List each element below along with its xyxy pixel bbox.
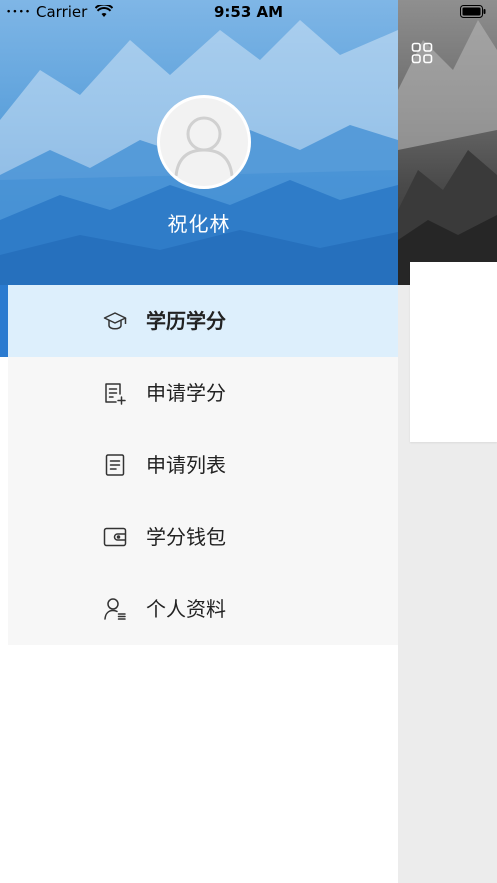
menu-item-education-credits[interactable]: 学历学分 xyxy=(8,285,398,357)
menu-item-label: 申请列表 xyxy=(146,453,226,477)
menu-item-personal-info[interactable]: 个人资料 xyxy=(8,573,398,645)
battery-icon xyxy=(460,5,486,18)
document-add-icon xyxy=(105,383,126,405)
navigation-drawer: 祝化林 学历学分 申请学分 申请列表 学分钱包 个人资料 xyxy=(0,0,398,883)
user-avatar[interactable] xyxy=(157,95,251,189)
grid-menu-icon[interactable] xyxy=(411,42,433,64)
user-profile-icon xyxy=(104,598,126,620)
drawer-header: 祝化林 xyxy=(0,0,398,285)
clock: 9:53 AM xyxy=(213,3,284,21)
menu-item-application-list[interactable]: 申请列表 xyxy=(8,429,398,501)
menu-item-apply-credits[interactable]: 申请学分 xyxy=(8,357,398,429)
menu-item-label: 学历学分 xyxy=(146,309,226,333)
menu-item-label: 申请学分 xyxy=(146,381,226,405)
document-list-icon xyxy=(105,454,125,476)
graduation-cap-icon xyxy=(103,312,127,330)
wallet-icon xyxy=(103,527,127,547)
menu-item-label: 个人资料 xyxy=(146,597,226,621)
username-label: 祝化林 xyxy=(167,212,231,236)
drawer-menu: 学历学分 申请学分 申请列表 学分钱包 个人资料 xyxy=(8,285,398,645)
main-content-card[interactable] xyxy=(410,262,497,442)
status-bar: •••• Carrier 9:53 AM xyxy=(0,0,497,24)
menu-item-label: 学分钱包 xyxy=(146,525,226,549)
avatar-placeholder-icon xyxy=(174,116,234,177)
active-indicator-bar xyxy=(0,285,8,357)
menu-item-credit-wallet[interactable]: 学分钱包 xyxy=(8,501,398,573)
